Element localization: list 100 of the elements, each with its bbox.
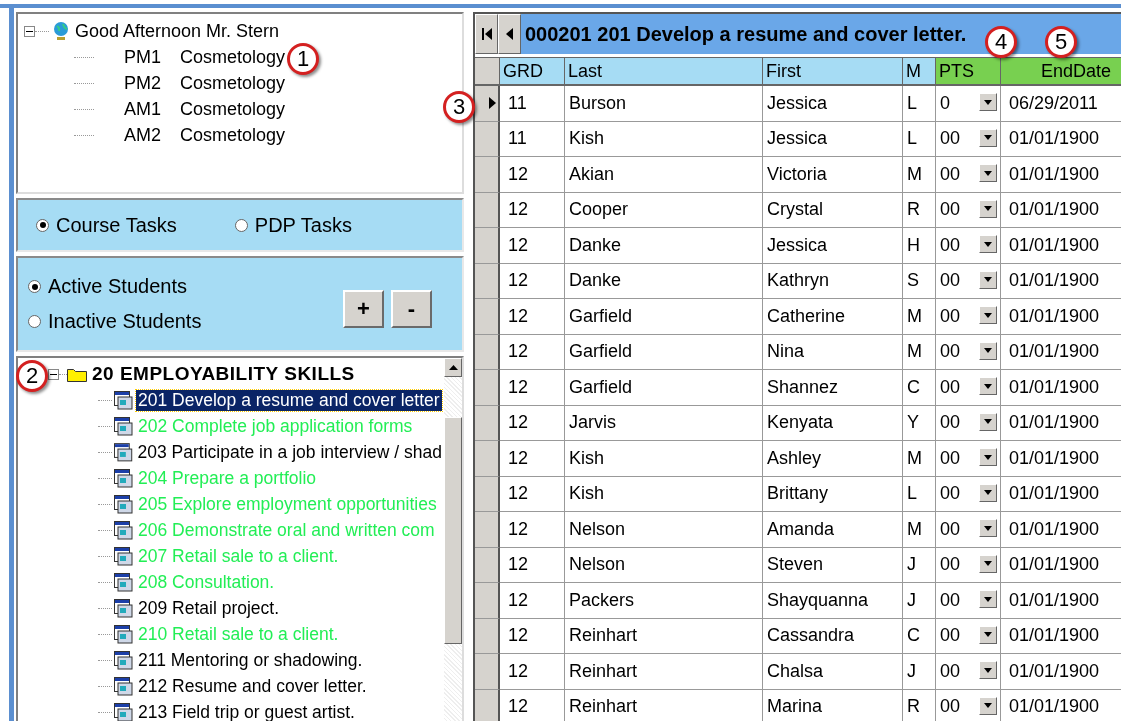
dropdown-icon[interactable] <box>984 525 992 531</box>
dropdown-icon[interactable] <box>984 135 992 140</box>
class-period[interactable]: AM2 <box>124 124 180 146</box>
table-cell[interactable]: 01/01/1900 <box>1001 512 1121 548</box>
points-field[interactable]: 00 <box>936 689 1001 721</box>
dropdown-icon[interactable] <box>984 703 992 708</box>
table-cell[interactable]: 01/01/1900 <box>1001 370 1121 406</box>
column-header[interactable]: PTS <box>936 57 1001 86</box>
table-cell[interactable]: 01/01/1900 <box>1001 547 1121 583</box>
expand-button[interactable]: + <box>343 290 384 328</box>
points-field[interactable]: 00 <box>936 583 1001 619</box>
dropdown-icon[interactable] <box>984 383 992 389</box>
table-cell[interactable]: 01/01/1900 <box>1001 192 1121 228</box>
dropdown-icon[interactable] <box>984 206 992 211</box>
class-period[interactable]: AM1 <box>124 98 180 120</box>
dropdown-icon[interactable] <box>984 170 992 176</box>
class-course[interactable]: Cosmetology <box>180 98 286 120</box>
class-course[interactable]: Cosmetology <box>180 46 286 68</box>
radio-label[interactable]: PDP Tasks <box>254 213 352 237</box>
dropdown-icon[interactable] <box>984 99 992 105</box>
dropdown-icon[interactable] <box>984 667 992 673</box>
points-field[interactable]: 00 <box>936 405 1001 441</box>
points-field[interactable]: 00 <box>936 441 1001 477</box>
dropdown-icon[interactable] <box>984 454 992 460</box>
radio-label[interactable]: Inactive Students <box>48 310 202 333</box>
points-field[interactable]: 00 <box>936 654 1001 690</box>
collapse-icon[interactable] <box>24 25 35 37</box>
up-arrow-icon[interactable] <box>448 365 458 370</box>
table-cell[interactable]: 01/01/1900 <box>1001 654 1121 690</box>
points-field[interactable]: 00 <box>936 228 1001 264</box>
table-cell[interactable]: 01/01/1900 <box>1001 689 1121 721</box>
radio-label[interactable]: Course Tasks <box>56 213 177 237</box>
table-cell[interactable]: 06/29/2011 <box>1001 86 1121 122</box>
points-field[interactable]: 00 <box>936 121 1001 157</box>
table-cell[interactable]: 01/01/1900 <box>1001 228 1121 264</box>
first-record-button[interactable] <box>475 14 498 54</box>
class-course[interactable]: Cosmetology <box>180 72 286 94</box>
scroll-thumb[interactable] <box>444 417 462 644</box>
radio-button[interactable] <box>28 315 41 328</box>
dropdown-icon[interactable] <box>984 632 992 637</box>
task-item[interactable]: 201 Develop a resume and cover letter <box>136 389 442 411</box>
points-field[interactable]: 00 <box>936 334 1001 370</box>
first-record-icon[interactable] <box>481 28 492 40</box>
table-cell[interactable]: 01/01/1900 <box>1001 299 1121 335</box>
table-cell[interactable]: 01/01/1900 <box>1001 334 1121 370</box>
dropdown-icon[interactable] <box>984 312 992 318</box>
class-course[interactable]: Cosmetology <box>180 124 286 146</box>
column-header[interactable]: GRD <box>500 57 565 86</box>
table-cell: 12 <box>500 441 565 477</box>
points-field[interactable]: 00 <box>936 370 1001 406</box>
task-group[interactable]: 20 EMPLOYABILITY SKILLS <box>92 363 355 385</box>
greeting[interactable]: Good Afternoon Mr. Stern <box>75 20 280 42</box>
points-field[interactable]: 00 <box>936 476 1001 512</box>
collapse-icon[interactable] <box>48 368 59 380</box>
previous-record-icon[interactable] <box>506 28 513 40</box>
previous-record-button[interactable] <box>498 14 521 54</box>
table-cell[interactable]: 01/01/1900 <box>1001 157 1121 193</box>
points-field[interactable]: 0 <box>936 86 1001 122</box>
column-header[interactable]: EndDate <box>1001 57 1121 86</box>
column-header[interactable]: M <box>903 57 936 86</box>
points-field[interactable]: 00 <box>936 547 1001 583</box>
task-item[interactable]: 211 Mentoring or shadowing. <box>136 649 365 671</box>
table-cell: Reinhart <box>565 689 763 721</box>
table-cell[interactable]: 01/01/1900 <box>1001 441 1121 477</box>
task-item[interactable]: 209 Retail project. <box>136 597 282 619</box>
column-header[interactable]: Last <box>565 57 763 86</box>
radio-label[interactable]: Active Students <box>48 275 187 298</box>
points-field[interactable]: 00 <box>936 299 1001 335</box>
points-field[interactable]: 00 <box>936 263 1001 299</box>
radio-button[interactable] <box>234 218 248 232</box>
points-field[interactable]: 00 <box>936 618 1001 654</box>
dropdown-icon[interactable] <box>984 241 992 247</box>
table-cell[interactable]: 01/01/1900 <box>1001 405 1121 441</box>
radio-button[interactable] <box>28 280 41 293</box>
dropdown-icon[interactable] <box>984 490 992 495</box>
dropdown-icon[interactable] <box>984 348 992 353</box>
column-header[interactable]: First <box>763 57 903 86</box>
current-row-icon <box>489 97 496 110</box>
class-period[interactable]: PM2 <box>124 72 180 94</box>
dropdown-icon[interactable] <box>984 277 992 282</box>
points-field[interactable]: 00 <box>936 192 1001 228</box>
class-period[interactable]: PM1 <box>124 46 180 68</box>
collapse-button[interactable]: - <box>391 290 432 328</box>
row-selector[interactable] <box>475 86 500 122</box>
dropdown-icon[interactable] <box>984 419 992 424</box>
dropdown-icon[interactable] <box>984 561 992 566</box>
table-cell[interactable]: 01/01/1900 <box>1001 583 1121 619</box>
points-field[interactable]: 00 <box>936 157 1001 193</box>
table-cell[interactable]: 01/01/1900 <box>1001 618 1121 654</box>
dropdown-icon[interactable] <box>984 596 992 602</box>
points-field[interactable]: 00 <box>936 512 1001 548</box>
task-item[interactable]: 212 Resume and cover letter. <box>136 675 369 697</box>
task-item[interactable]: 203 Participate in a job interview / shad <box>135 441 444 463</box>
table-cell[interactable]: 01/01/1900 <box>1001 263 1121 299</box>
radio-button[interactable] <box>36 218 49 232</box>
task-icon <box>113 442 133 462</box>
task-item[interactable]: 213 Field trip or guest artist. <box>136 701 357 721</box>
table-cell[interactable]: 01/01/1900 <box>1001 121 1121 157</box>
table-cell[interactable]: 01/01/1900 <box>1001 476 1121 512</box>
scrollbar[interactable] <box>444 358 462 721</box>
